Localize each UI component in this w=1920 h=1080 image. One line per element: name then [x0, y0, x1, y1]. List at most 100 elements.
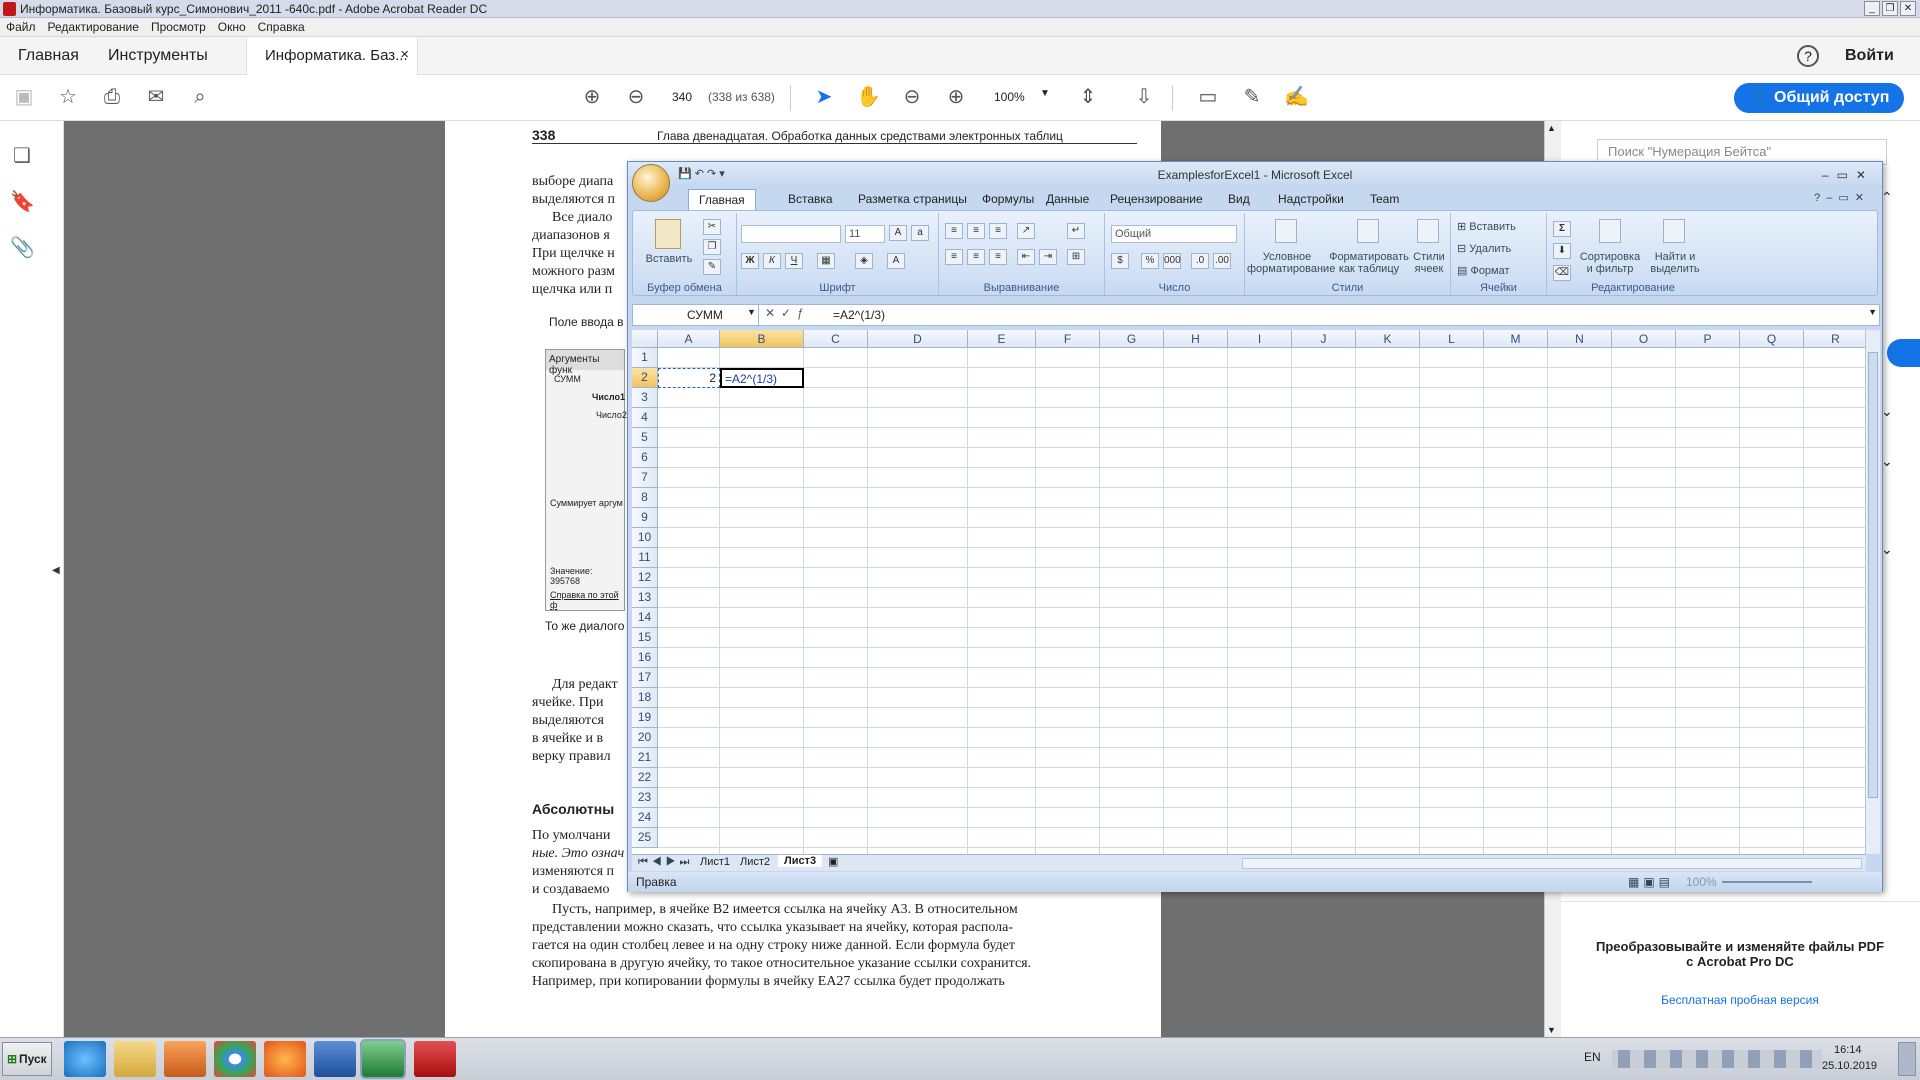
formula-actions[interactable]: ✕✓ƒ [765, 306, 810, 320]
menu-window[interactable]: Окно [218, 20, 246, 34]
sort-filter-button[interactable]: Сортировка и фильтр [1577, 251, 1643, 275]
column-header-r[interactable]: R [1804, 330, 1866, 348]
expand-formula-icon[interactable]: ▼ [1868, 307, 1877, 317]
tab-document[interactable]: Информатика. Баз... × [246, 37, 418, 75]
row-header-25[interactable]: 25 [632, 828, 658, 848]
row-header-10[interactable]: 10 [632, 528, 658, 548]
row-header-18[interactable]: 18 [632, 688, 658, 708]
ribbon-tab-insert[interactable]: Вставка [788, 192, 833, 206]
menu-view[interactable]: Просмотр [151, 20, 206, 34]
spreadsheet-grid[interactable]: A B C D E F G H I J K L M N O P Q R 1 2 3 4 5 6 7 8 9 10 11 12 13 14 15 1… [632, 330, 1866, 854]
row-header-24[interactable]: 24 [632, 808, 658, 828]
firefox-icon[interactable] [264, 1041, 306, 1077]
cell-styles-icon[interactable] [1417, 219, 1439, 243]
ribbon-tab-data[interactable]: Данные [1046, 192, 1089, 206]
autosum-icon[interactable]: Σ [1553, 221, 1571, 237]
column-header-b[interactable]: B [720, 330, 804, 348]
row-header-8[interactable]: 8 [632, 488, 658, 508]
menu-help[interactable]: Справка [258, 20, 305, 34]
save-icon[interactable]: ▣ [12, 85, 36, 109]
attachments-icon[interactable]: 📎 [10, 235, 35, 259]
acrobat-icon[interactable] [414, 1041, 456, 1077]
sheet-tab-3[interactable]: Лист3 [778, 855, 823, 867]
wrap-text-icon[interactable]: ↵ [1067, 223, 1085, 239]
chrome-icon[interactable] [214, 1041, 256, 1077]
fit-page-icon[interactable]: ⇕ [1076, 85, 1100, 109]
quick-access-toolbar[interactable]: 💾 ↶ ↷ ▾ [678, 167, 725, 180]
ribbon-tab-formulas[interactable]: Формулы [982, 192, 1034, 206]
find-select-button[interactable]: Найти и выделить [1645, 251, 1705, 275]
signin-link[interactable]: Войти [1845, 47, 1894, 65]
start-button[interactable]: ⊞ Пуск [2, 1042, 52, 1076]
bookmarks-icon[interactable]: 🔖 [10, 189, 35, 213]
row-header-22[interactable]: 22 [632, 768, 658, 788]
fill-icon[interactable]: ⬇ [1553, 243, 1571, 259]
row-header-19[interactable]: 19 [632, 708, 658, 728]
column-header-h[interactable]: H [1164, 330, 1228, 348]
find-select-icon[interactable] [1663, 219, 1685, 243]
grow-font-icon[interactable]: A [889, 225, 907, 241]
column-header-j[interactable]: J [1292, 330, 1356, 348]
column-header-i[interactable]: I [1228, 330, 1292, 348]
cell-b2-active[interactable]: =A2^(1/3) [720, 368, 804, 388]
ribbon-tab-team[interactable]: Team [1370, 192, 1399, 206]
minimize-button[interactable]: _ [1864, 1, 1880, 16]
row-header-3[interactable]: 3 [632, 388, 658, 408]
tray-icons[interactable] [1612, 1050, 1822, 1068]
orientation-icon[interactable]: ↗ [1017, 223, 1035, 239]
align-top-icon[interactable]: ≡ [945, 223, 963, 239]
media-player-icon[interactable] [164, 1041, 206, 1077]
ribbon-help-controls[interactable]: ?–▭✕ [1814, 191, 1870, 204]
increase-decimal-icon[interactable]: .0 [1191, 253, 1209, 269]
sort-filter-icon[interactable] [1599, 219, 1621, 243]
number-format-box[interactable]: Общий [1111, 225, 1237, 243]
align-left-icon[interactable]: ≡ [945, 249, 963, 265]
row-header-13[interactable]: 13 [632, 588, 658, 608]
restore-button[interactable]: ❐ [1882, 1, 1898, 16]
excel-icon[interactable] [360, 1039, 406, 1079]
close-tab-icon[interactable]: × [400, 46, 409, 63]
clear-icon[interactable]: ⌫ [1553, 265, 1571, 281]
row-header-11[interactable]: 11 [632, 548, 658, 568]
next-page-icon[interactable]: ⊖ [624, 85, 648, 109]
zoom-slider[interactable] [1722, 881, 1812, 883]
column-header-o[interactable]: O [1612, 330, 1676, 348]
conditional-format-button[interactable]: Условное форматирование [1247, 251, 1335, 275]
font-name-box[interactable] [741, 225, 841, 243]
currency-icon[interactable]: $ [1111, 253, 1129, 269]
row-header-23[interactable]: 23 [632, 788, 658, 808]
show-desktop-button[interactable] [1898, 1042, 1916, 1076]
tab-tools[interactable]: Инструменты [108, 47, 208, 65]
increase-indent-icon[interactable]: ⇥ [1039, 249, 1057, 265]
zoom-in-icon[interactable]: ⊕ [944, 85, 968, 109]
ie-icon[interactable] [64, 1041, 106, 1077]
row-header-15[interactable]: 15 [632, 628, 658, 648]
paste-button[interactable]: Вставить [641, 253, 697, 265]
row-header-5[interactable]: 5 [632, 428, 658, 448]
zoom-level-field[interactable]: 100% [994, 90, 1025, 104]
sign-icon[interactable]: ✍ [1284, 85, 1309, 109]
sheet-nav-icons[interactable]: ⏮◀▶⏭ [638, 856, 693, 869]
sheet-tab-2[interactable]: Лист2 [740, 856, 770, 868]
column-header-f[interactable]: F [1036, 330, 1100, 348]
align-bottom-icon[interactable]: ≡ [989, 223, 1007, 239]
ribbon-tab-home[interactable]: Главная [688, 189, 756, 210]
row-header-17[interactable]: 17 [632, 668, 658, 688]
column-header-a[interactable]: A [658, 330, 720, 348]
find-icon[interactable]: ⌕ [188, 85, 212, 109]
row-header-12[interactable]: 12 [632, 568, 658, 588]
row-header-14[interactable]: 14 [632, 608, 658, 628]
thousands-icon[interactable]: 000 [1163, 253, 1181, 269]
language-indicator[interactable]: EN [1584, 1050, 1601, 1064]
merge-cells-icon[interactable]: ⊞ [1067, 249, 1085, 265]
decrease-indent-icon[interactable]: ⇤ [1017, 249, 1035, 265]
column-header-q[interactable]: Q [1740, 330, 1804, 348]
expand-panel-button[interactable] [1887, 339, 1920, 367]
row-header-21[interactable]: 21 [632, 748, 658, 768]
comment-icon[interactable]: ▭ [1196, 85, 1220, 109]
help-icon[interactable]: ? [1797, 45, 1819, 67]
email-icon[interactable]: ✉ [144, 85, 168, 109]
menu-file[interactable]: Файл [6, 20, 36, 34]
column-header-l[interactable]: L [1420, 330, 1484, 348]
ribbon-tab-page-layout[interactable]: Разметка страницы [858, 192, 967, 206]
